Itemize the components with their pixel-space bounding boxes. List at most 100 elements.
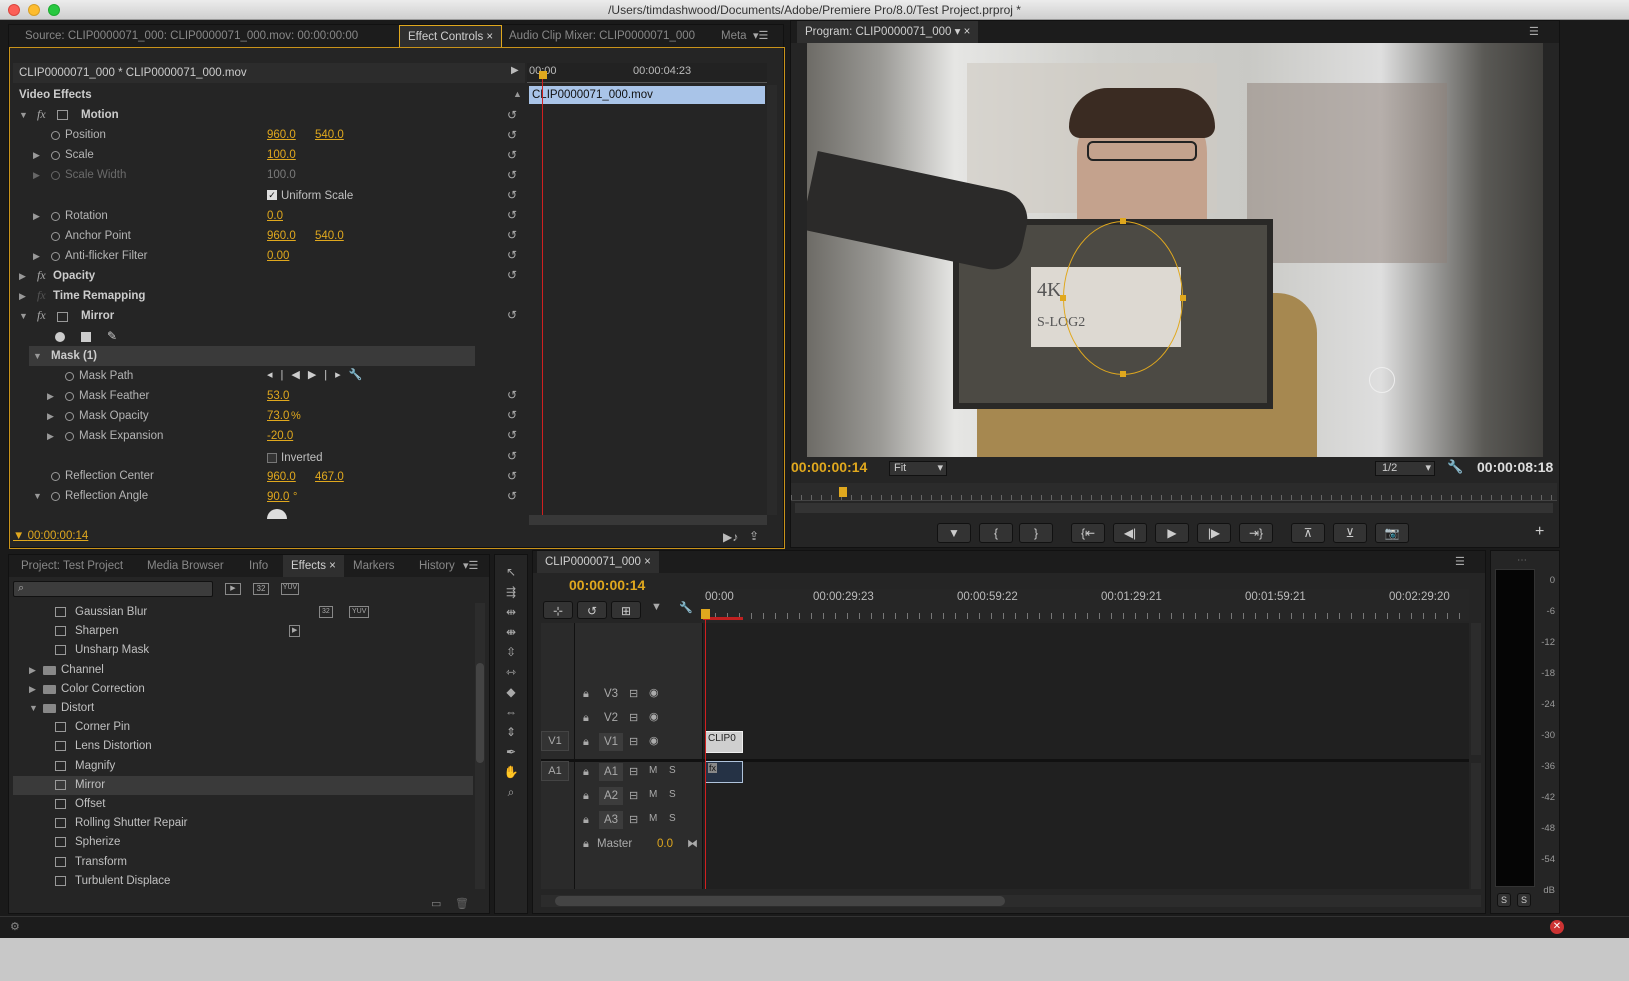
effect-item[interactable]: Corner Pin [13,718,473,737]
position-x-value[interactable]: 960.0 [267,129,296,141]
anchor-x-value[interactable]: 960.0 [267,230,296,242]
ripple-edit-tool-icon[interactable]: ⇹ [501,605,521,623]
tab-history[interactable]: History [411,555,463,577]
folder-expand-icon[interactable]: ▶ [29,680,36,699]
collapse-icon[interactable]: ▲ [513,89,522,99]
mask-feather-value[interactable]: 53.0 [267,390,289,402]
fit-dropdown[interactable]: Fit ▾ [889,461,947,476]
sync-lock-icon[interactable]: ⊟ [629,735,638,748]
timeline-playhead-handle[interactable] [701,609,710,619]
reset-icon[interactable]: ↺ [507,470,519,482]
stopwatch-icon[interactable] [65,372,74,381]
source-patch-a1[interactable]: A1 [541,761,569,781]
antiflicker-value[interactable]: 0.00 [267,250,289,262]
opacity-expand-icon[interactable]: ▶ [19,271,26,282]
solo-button[interactable]: S [669,789,676,800]
stopwatch-icon[interactable] [51,131,60,140]
reset-icon[interactable]: ↺ [507,209,519,221]
pen-tool-icon[interactable]: ✒ [501,745,521,763]
timeline-settings-icon[interactable]: 🔧 [679,601,693,614]
tab-effect-controls[interactable]: Effect Controls × [399,25,503,47]
track-target[interactable]: V2 [599,709,623,727]
lock-icon[interactable]: 🔒︎ [583,688,589,701]
reflection-x-value[interactable]: 960.0 [267,471,296,483]
source-patch-v1[interactable]: V1 [541,731,569,751]
delete-icon[interactable]: 🗑 [455,897,469,910]
new-folder-icon[interactable]: ▭ [431,897,441,910]
eye-icon[interactable]: ◉ [649,734,659,747]
effects-scroll-thumb[interactable] [476,663,484,763]
time-remap-expand-icon[interactable]: ▶ [19,291,26,302]
effect-item[interactable]: Gaussian Blur 32 YUV [13,603,473,622]
hand-tool-icon[interactable]: ✋ [501,765,521,783]
track-target[interactable]: A3 [599,811,623,829]
zoom-tool-icon[interactable]: ⌕ [501,785,521,803]
reset-icon[interactable]: ↺ [507,169,519,181]
anchor-y-value[interactable]: 540.0 [315,230,344,242]
lock-icon[interactable]: 🔒︎ [583,814,589,827]
step-back-button[interactable]: ◀| [1113,523,1147,543]
sync-lock-icon[interactable]: ⊟ [629,765,638,778]
audio-scrollbar[interactable] [1471,763,1481,889]
error-icon[interactable]: ✕ [1550,920,1564,934]
lock-icon[interactable]: 🔒︎ [583,712,589,725]
fx-icon[interactable]: fx [37,308,46,323]
sync-lock-icon[interactable]: ⊟ [629,813,638,826]
rolling-edit-tool-icon[interactable]: ⇼ [501,625,521,643]
32bit-effects-icon[interactable]: 32 [253,583,269,595]
ec-scrollbar[interactable] [767,85,777,515]
effect-item[interactable]: ▶ Channel [13,661,473,680]
stopwatch-icon[interactable] [51,472,60,481]
reset-icon[interactable]: ↺ [507,429,519,441]
lock-icon[interactable]: 🔒︎ [583,838,589,851]
mark-out-button[interactable]: } [1019,523,1053,543]
effect-item[interactable]: ▶ Color Correction [13,680,473,699]
tab-effects[interactable]: Effects × [283,555,344,577]
mask-expansion-expand-icon[interactable]: ▶ [47,431,54,442]
mini-clip-bar[interactable]: CLIP0000071_000.mov [529,86,765,104]
razor-tool-icon[interactable]: ◆ [501,685,521,703]
rotation-value[interactable]: 0.0 [267,210,283,222]
effect-item[interactable]: Offset [13,795,473,814]
reflection-angle-expand-icon[interactable]: ▼ [33,491,42,501]
sync-lock-icon[interactable]: ⊟ [629,687,638,700]
effect-item[interactable]: Turbulent Displace [13,872,473,891]
effect-item[interactable]: Unsharp Mask [13,641,473,660]
stopwatch-icon[interactable] [65,392,74,401]
mini-ruler[interactable]: 00:00 00:00:04:23 [527,63,767,83]
slip-tool-icon[interactable]: ⇕ [501,725,521,743]
tab-source[interactable]: Source: CLIP0000071_000: CLIP0000071_000… [17,25,366,47]
stopwatch-icon[interactable] [51,492,60,501]
scale-value[interactable]: 100.0 [267,149,296,161]
reset-icon[interactable]: ↺ [507,129,519,141]
effect-item[interactable]: Mirror [13,775,473,795]
panel-menu-icon[interactable]: ☰ [1455,555,1465,568]
mirror-expand-icon[interactable]: ▼ [19,311,28,321]
tab-markers[interactable]: Markers [345,555,403,577]
ec-h-scrollbar[interactable] [529,515,767,525]
timeline-zoom-scrollbar[interactable] [541,895,1481,907]
scale-expand-icon[interactable]: ▶ [33,150,40,161]
tab-program[interactable]: Program: CLIP0000071_000 ▾ × [797,21,979,43]
program-timecode[interactable]: 00:00:00:14 [791,459,867,475]
mute-button[interactable]: M [649,765,657,776]
track-target[interactable]: V3 [599,685,623,703]
export-frame-icon[interactable]: ⇪ [749,529,759,543]
tab-audio-clip-mixer[interactable]: Audio Clip Mixer: CLIP0000071_000 [501,25,703,47]
add-marker-icon[interactable]: ⊞ [611,601,641,619]
reflection-y-value[interactable]: 467.0 [315,471,344,483]
sync-lock-icon[interactable]: ⊟ [629,789,638,802]
stopwatch-icon[interactable] [51,171,60,180]
program-mini-ruler[interactable] [791,483,1557,501]
panel-menu-icon[interactable]: ▾☰ [463,559,478,572]
audio-clip[interactable]: fx [705,761,743,783]
mask-expansion-value[interactable]: -20.0 [267,430,293,442]
tab-metadata[interactable]: Meta [713,25,755,47]
effect-item[interactable]: Spherize [13,833,473,852]
scale-width-expand-icon[interactable]: ▶ [33,170,40,181]
mute-button[interactable]: M [649,789,657,800]
linked-selection-icon[interactable]: ↺ [577,601,607,619]
reset-icon[interactable]: ↺ [507,109,519,121]
rate-stretch-tool-icon[interactable]: ⇳ [501,645,521,663]
motion-transform-icon[interactable] [57,110,68,120]
